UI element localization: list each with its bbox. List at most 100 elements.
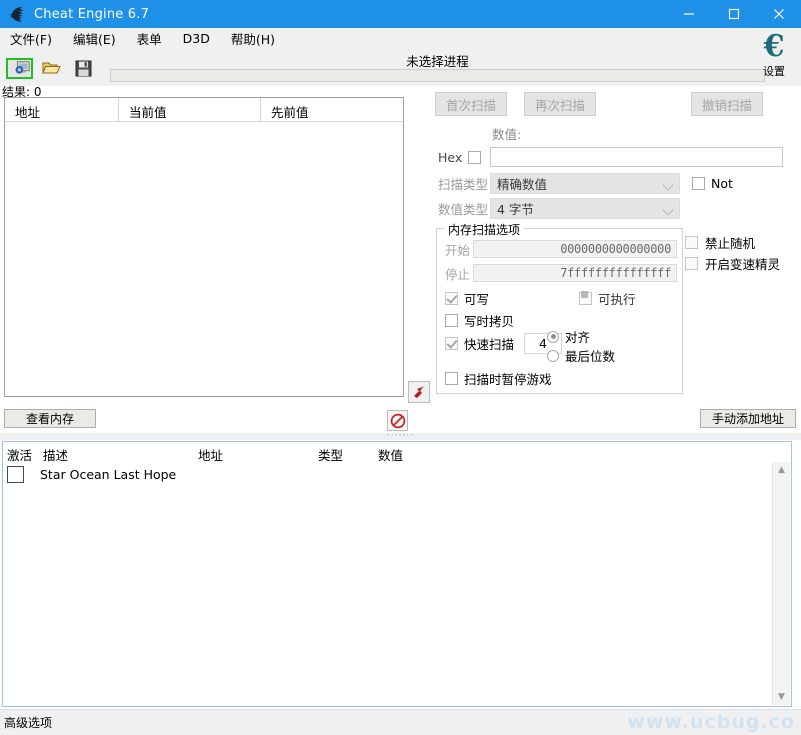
scan-results-header: 地址 当前值 先前值 — [5, 98, 403, 122]
open-process-button[interactable] — [6, 58, 33, 79]
scan-panel: 首次扫描 再次扫描 撤销扫描 数值: Hex 扫描类型 精确数值 Not 数值类… — [430, 92, 790, 397]
last-digits-radio-row[interactable]: 最后位数 — [547, 346, 615, 365]
cheat-engine-logo-icon — [8, 5, 28, 23]
not-label: Not — [711, 176, 733, 191]
writable-checkbox[interactable] — [445, 292, 458, 305]
memory-scan-options-group: 内存扫描选项 开始 0000000000000000 停止 7fffffffff… — [436, 228, 683, 394]
undo-scan-button[interactable]: 撤销扫描 — [691, 92, 763, 116]
close-icon[interactable] — [756, 0, 801, 28]
menu-item-table[interactable]: 表单 — [135, 27, 172, 50]
minimize-icon[interactable] — [666, 0, 711, 28]
no-random-label: 禁止随机 — [705, 233, 755, 252]
scan-results-list[interactable]: 地址 当前值 先前值 — [4, 97, 404, 397]
value-type-row: 数值类型 4 字节 — [438, 197, 788, 219]
title-bar: Cheat Engine 6.7 — [0, 0, 801, 28]
speedhack-label: 开启变速精灵 — [705, 254, 780, 273]
start-address-row: 开始 0000000000000000 — [445, 239, 677, 259]
column-value[interactable]: 数值 — [374, 442, 474, 463]
value-type-select[interactable]: 4 字节 — [490, 198, 680, 219]
table-row[interactable]: Star Ocean Last Hope — [3, 463, 791, 485]
value-label: 数值: — [492, 124, 521, 143]
executable-option[interactable]: 可执行 — [579, 289, 636, 308]
column-active[interactable]: 激活 — [3, 442, 39, 463]
scan-type-select[interactable]: 精确数值 — [490, 173, 680, 194]
not-checkbox[interactable] — [692, 177, 705, 190]
value-input-row: Hex — [438, 145, 783, 169]
speedhack-checkbox[interactable] — [685, 257, 698, 270]
aligned-radio-row[interactable]: 对齐 — [547, 327, 615, 346]
chevron-up-icon[interactable]: ▲ — [773, 462, 790, 478]
pause-game-option[interactable]: 扫描时暂停游戏 — [445, 369, 552, 388]
cheat-engine-window: Cheat Engine 6.7 文件(F) 编辑(E) 表单 D3D 帮助(H… — [0, 0, 801, 735]
scan-type-label: 扫描类型 — [438, 174, 490, 193]
menu-item-file[interactable]: 文件(F) — [8, 27, 62, 50]
fast-scan-label: 快速扫描 — [464, 334, 514, 353]
chevron-down-icon — [662, 179, 673, 190]
splitter-grip: ······· — [387, 434, 414, 439]
chevron-down-icon[interactable]: ▼ — [773, 689, 790, 705]
writable-option[interactable]: 可写 — [445, 289, 489, 308]
row-active-checkbox[interactable] — [7, 466, 24, 483]
column-address[interactable]: 地址 — [194, 442, 314, 463]
aligned-label: 对齐 — [565, 327, 590, 346]
menu-bar: 文件(F) 编辑(E) 表单 D3D 帮助(H) — [0, 28, 801, 50]
pause-game-checkbox[interactable] — [445, 372, 458, 385]
fast-scan-option[interactable]: 快速扫描 4 — [445, 333, 562, 354]
maximize-icon[interactable] — [711, 0, 756, 28]
scan-value-input[interactable] — [490, 147, 783, 167]
no-random-checkbox[interactable] — [685, 236, 698, 249]
window-title: Cheat Engine 6.7 — [34, 7, 149, 22]
panel-splitter[interactable]: ······· — [0, 433, 801, 440]
process-display[interactable]: 未选择进程 — [110, 53, 765, 83]
executable-checkbox[interactable] — [579, 292, 592, 305]
copy-on-write-label: 写时拷贝 — [464, 311, 514, 330]
value-type-label: 数值类型 — [438, 199, 490, 218]
hex-checkbox[interactable] — [468, 151, 481, 164]
hex-label: Hex — [438, 150, 462, 165]
pause-game-label: 扫描时暂停游戏 — [464, 369, 552, 388]
open-folder-icon[interactable] — [38, 55, 65, 82]
advanced-options-label[interactable]: 高级选项 — [4, 714, 52, 731]
menu-item-edit[interactable]: 编辑(E) — [71, 27, 126, 50]
floppy-disk-icon[interactable] — [70, 55, 97, 82]
menu-item-d3d[interactable]: D3D — [181, 29, 220, 48]
copy-on-write-option[interactable]: 写时拷贝 — [445, 311, 514, 330]
first-scan-button[interactable]: 首次扫描 — [435, 92, 507, 116]
stop-label: 停止 — [445, 264, 473, 283]
column-type[interactable]: 类型 — [314, 442, 374, 463]
red-no-entry-icon[interactable] — [387, 410, 408, 431]
menu-item-help[interactable]: 帮助(H) — [229, 27, 285, 50]
row-description: Star Ocean Last Hope — [40, 467, 176, 482]
scan-buttons-row: 首次扫描 再次扫描 撤销扫描 — [430, 92, 790, 118]
next-scan-button[interactable]: 再次扫描 — [524, 92, 596, 116]
stop-address-input[interactable]: 7fffffffffffffff — [473, 264, 677, 282]
manual-add-address-button[interactable]: 手动添加地址 — [700, 409, 796, 428]
stop-address-row: 停止 7fffffffffffffff — [445, 263, 677, 283]
cheat-table[interactable]: 激活 描述 地址 类型 数值 Star Ocean Last Hope ▲ ▼ — [2, 441, 792, 707]
toolbar: 未选择进程 — [0, 50, 801, 86]
settings-button[interactable]: € 设置 — [751, 30, 797, 79]
red-pointer-arrow-icon[interactable] — [408, 381, 430, 403]
no-random-option[interactable]: 禁止随机 — [685, 232, 780, 253]
window-controls — [666, 0, 801, 28]
cheat-table-scrollbar[interactable]: ▲ ▼ — [772, 462, 790, 705]
column-address[interactable]: 地址 — [5, 98, 119, 121]
last-digits-label: 最后位数 — [565, 346, 615, 365]
start-label: 开始 — [445, 240, 473, 259]
aligned-radio[interactable] — [547, 331, 559, 343]
not-option[interactable]: Not — [692, 176, 733, 191]
fast-scan-checkbox[interactable] — [445, 337, 458, 350]
view-memory-button[interactable]: 查看内存 — [4, 409, 96, 428]
process-bar — [110, 69, 765, 82]
column-previous-value[interactable]: 先前值 — [261, 98, 403, 121]
memory-scan-options-title: 内存扫描选项 — [445, 221, 523, 238]
speedhack-option[interactable]: 开启变速精灵 — [685, 253, 780, 274]
start-address-input[interactable]: 0000000000000000 — [473, 240, 677, 258]
alignment-radio-group: 对齐 最后位数 — [547, 327, 615, 365]
column-current-value[interactable]: 当前值 — [119, 98, 261, 121]
copy-on-write-checkbox[interactable] — [445, 314, 458, 327]
svg-text:€: € — [763, 30, 785, 62]
executable-label: 可执行 — [598, 289, 636, 308]
column-description[interactable]: 描述 — [39, 442, 194, 463]
last-digits-radio[interactable] — [547, 350, 559, 362]
